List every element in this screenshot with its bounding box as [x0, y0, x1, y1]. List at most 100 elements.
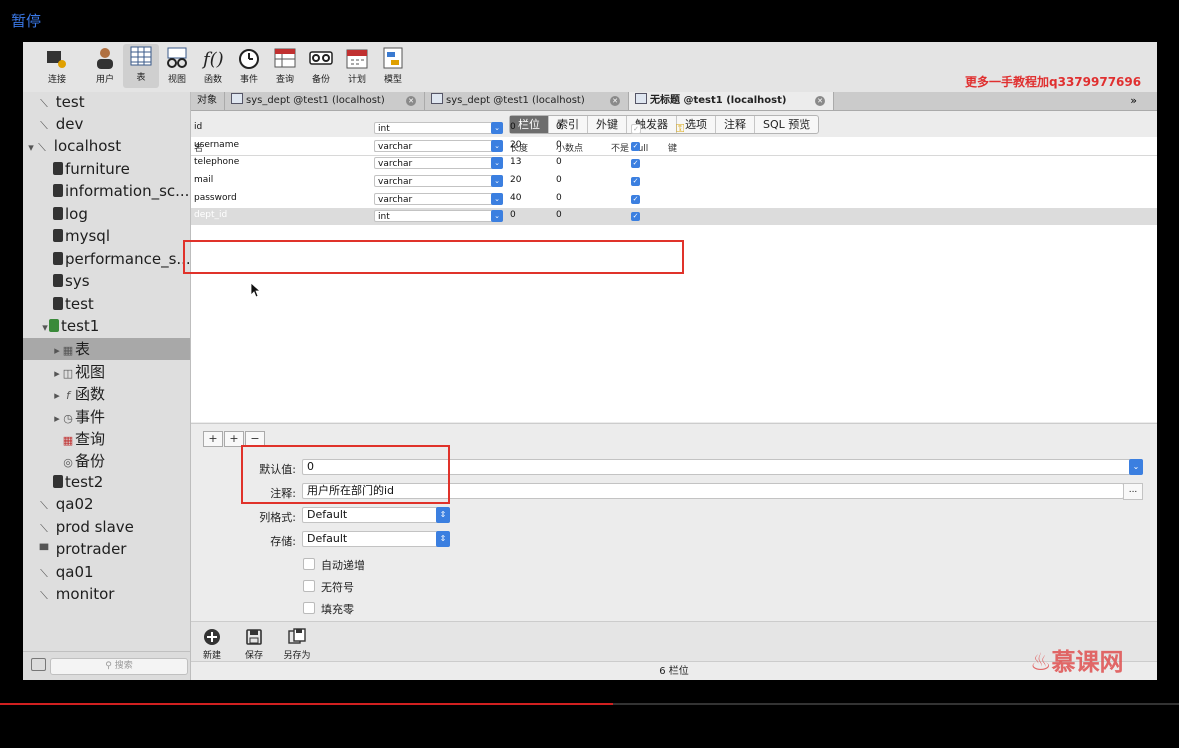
- sidebar-item-test2[interactable]: test2: [23, 473, 190, 495]
- field-length-cell[interactable]: 0: [510, 210, 516, 220]
- table-row[interactable]: password varchar ⌄ 40 0 ✓: [191, 191, 1157, 208]
- sidebar-item-protrader[interactable]: ▀ protrader: [23, 540, 190, 562]
- chevron-down-icon[interactable]: ⌄: [491, 122, 503, 134]
- close-icon[interactable]: ✕: [406, 96, 416, 106]
- field-length-cell[interactable]: 40: [510, 193, 521, 203]
- not-null-checkbox[interactable]: ✓: [631, 142, 640, 151]
- updown-icon[interactable]: ⇕: [436, 531, 450, 547]
- sidebar-search-input[interactable]: ⚲ 搜索: [50, 658, 188, 675]
- collapse-arrow-icon[interactable]: ▸: [53, 389, 61, 402]
- column-format-select[interactable]: Default ⇕: [302, 507, 450, 523]
- collapse-arrow-icon[interactable]: ▸: [53, 367, 61, 380]
- add-field-button[interactable]: +: [203, 431, 223, 447]
- field-type-select[interactable]: varchar ⌄: [374, 175, 503, 187]
- field-name-cell[interactable]: password: [194, 193, 237, 203]
- auto-increment-checkbox[interactable]: 自动递增: [303, 557, 365, 573]
- not-null-checkbox[interactable]: ✓: [631, 159, 640, 168]
- chevron-down-icon[interactable]: ⌄: [491, 210, 503, 222]
- toolbar-model[interactable]: 模型: [375, 46, 411, 85]
- save-as-button[interactable]: 另存为: [277, 628, 317, 661]
- not-null-checkbox[interactable]: ✓: [631, 124, 641, 134]
- chevron-down-icon[interactable]: ⌄: [491, 157, 503, 169]
- sidebar-item-test-conn[interactable]: ⟍ test: [23, 93, 190, 115]
- toolbar-schedule[interactable]: 计划: [339, 46, 375, 85]
- table-row[interactable]: dept_id int ⌄ 0 0 ✓: [191, 208, 1157, 225]
- collapse-arrow-icon[interactable]: ▸: [53, 344, 61, 357]
- field-decimals-cell[interactable]: 0: [556, 175, 562, 185]
- table-row[interactable]: mail varchar ⌄ 20 0 ✓: [191, 173, 1157, 190]
- table-row[interactable]: telephone varchar ⌄ 13 0 ✓: [191, 155, 1157, 172]
- sidebar-item-dev[interactable]: ⟍ dev: [23, 115, 190, 137]
- expand-arrow-icon[interactable]: ▾: [27, 141, 35, 154]
- toolbar-function[interactable]: f() 函数: [195, 46, 231, 85]
- sidebar-item-log[interactable]: log: [23, 205, 190, 227]
- sidebar-item-localhost[interactable]: ▾ ⟍ localhost: [23, 137, 190, 159]
- chevron-down-icon[interactable]: ⌄: [491, 175, 503, 187]
- toolbar-backup[interactable]: 备份: [303, 46, 339, 85]
- tab-sys-dept-1[interactable]: sys_dept @test1 (localhost) ✕: [225, 92, 425, 110]
- new-button[interactable]: 新建: [192, 628, 232, 661]
- field-name-cell[interactable]: dept_id: [194, 210, 227, 220]
- sidebar-item-views[interactable]: ▸ ◫ 视图: [23, 361, 190, 383]
- field-decimals-cell[interactable]: 0: [556, 122, 562, 132]
- not-null-checkbox[interactable]: ✓: [631, 177, 640, 186]
- updown-icon[interactable]: ⇕: [436, 507, 450, 523]
- field-decimals-cell[interactable]: 0: [556, 193, 562, 203]
- sidebar-item-monitor[interactable]: ⟍ monitor: [23, 585, 190, 607]
- video-progress-bar[interactable]: [0, 703, 1179, 705]
- field-name-cell[interactable]: mail: [194, 175, 213, 185]
- field-length-cell[interactable]: 0: [510, 122, 516, 132]
- field-name-cell[interactable]: telephone: [194, 157, 239, 167]
- field-type-select[interactable]: varchar ⌄: [374, 140, 503, 152]
- field-length-cell[interactable]: 20: [510, 140, 521, 150]
- more-tabs-icon[interactable]: »: [1130, 92, 1137, 110]
- sidebar-item-performance-schema[interactable]: performance_s...: [23, 250, 190, 272]
- field-length-cell[interactable]: 20: [510, 175, 521, 185]
- sidebar-item-events[interactable]: ▸ ◷ 事件: [23, 406, 190, 428]
- field-type-select[interactable]: varchar ⌄: [374, 157, 503, 169]
- collapse-arrow-icon[interactable]: ▸: [53, 412, 61, 425]
- zerofill-checkbox[interactable]: 填充零: [303, 601, 354, 617]
- sidebar-item-information-schema[interactable]: information_sc...: [23, 182, 190, 204]
- sidebar-item-qa02[interactable]: ⟍ qa02: [23, 495, 190, 517]
- field-decimals-cell[interactable]: 0: [556, 140, 562, 150]
- save-button[interactable]: 保存: [234, 628, 274, 661]
- pause-label[interactable]: 暂停: [11, 10, 41, 31]
- unsigned-checkbox[interactable]: 无符号: [303, 579, 354, 595]
- sidebar-item-functions[interactable]: ▸ f 函数: [23, 383, 190, 405]
- tab-untitled[interactable]: 无标题 @test1 (localhost) ✕: [629, 92, 834, 110]
- sidebar-item-mysql[interactable]: mysql: [23, 227, 190, 249]
- toolbar-view[interactable]: 视图: [159, 46, 195, 85]
- toolbar-event[interactable]: 事件: [231, 46, 267, 85]
- not-null-checkbox[interactable]: ✓: [631, 195, 640, 204]
- sidebar-item-test-db[interactable]: test: [23, 295, 190, 317]
- chevron-down-icon[interactable]: ⌄: [1129, 459, 1143, 475]
- field-type-select[interactable]: int ⌄: [374, 210, 503, 222]
- field-type-select[interactable]: varchar ⌄: [374, 193, 503, 205]
- sidebar-item-backups[interactable]: ◎ 备份: [23, 450, 190, 472]
- storage-select[interactable]: Default ⇕: [302, 531, 450, 547]
- table-row[interactable]: username varchar ⌄ 20 0 ✓: [191, 138, 1157, 155]
- toolbar-connect[interactable]: 连接: [39, 46, 75, 85]
- sidebar-toggle-button[interactable]: [31, 658, 46, 671]
- toolbar-user[interactable]: 用户: [87, 46, 123, 85]
- toolbar-table[interactable]: 表: [123, 44, 159, 88]
- sidebar-item-queries[interactable]: ▦ 查询: [23, 428, 190, 450]
- tab-sys-dept-2[interactable]: sys_dept @test1 (localhost) ✕: [425, 92, 629, 110]
- field-type-select[interactable]: int ⌄: [374, 122, 503, 134]
- field-length-cell[interactable]: 13: [510, 157, 521, 167]
- sidebar-item-tables[interactable]: ▸ ▦ 表: [23, 338, 190, 360]
- field-name-cell[interactable]: username: [194, 140, 239, 150]
- tab-objects[interactable]: 对象: [191, 92, 225, 110]
- table-row[interactable]: id int ⌄ 0 0 ✓ ⚿: [191, 120, 1157, 137]
- sidebar-item-qa01[interactable]: ⟍ qa01: [23, 563, 190, 585]
- field-decimals-cell[interactable]: 0: [556, 157, 562, 167]
- chevron-down-icon[interactable]: ⌄: [491, 193, 503, 205]
- chevron-down-icon[interactable]: ⌄: [491, 140, 503, 152]
- expand-arrow-icon[interactable]: ▾: [41, 321, 49, 334]
- field-decimals-cell[interactable]: 0: [556, 210, 562, 220]
- close-icon[interactable]: ✕: [610, 96, 620, 106]
- sidebar-item-sys[interactable]: sys: [23, 272, 190, 294]
- field-name-cell[interactable]: id: [194, 122, 202, 132]
- primary-key-icon[interactable]: ⚿: [676, 122, 690, 135]
